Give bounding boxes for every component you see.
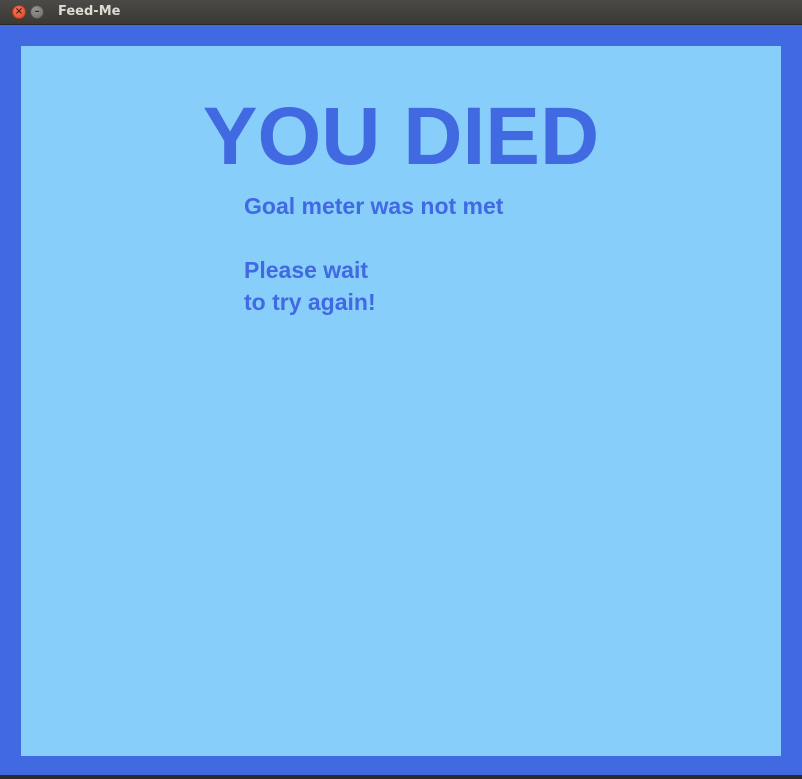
death-reason-text: Goal meter was not met bbox=[244, 193, 504, 219]
window-title: Feed-Me bbox=[58, 4, 121, 19]
app-window: × – Feed-Me YOU DIED Goal meter was not … bbox=[0, 0, 802, 779]
game-over-headline: YOU DIED bbox=[202, 91, 600, 182]
wait-message-line2: to try again! bbox=[244, 289, 376, 315]
window-bottom-edge bbox=[0, 775, 802, 779]
close-icon[interactable]: × bbox=[12, 5, 26, 19]
wait-message-line1: Please wait bbox=[244, 257, 369, 283]
game-frame: YOU DIED Goal meter was not met Please w… bbox=[0, 25, 802, 775]
title-bar[interactable]: × – Feed-Me bbox=[0, 0, 802, 25]
game-over-panel: YOU DIED Goal meter was not met Please w… bbox=[21, 46, 781, 756]
minimize-icon[interactable]: – bbox=[30, 5, 44, 19]
